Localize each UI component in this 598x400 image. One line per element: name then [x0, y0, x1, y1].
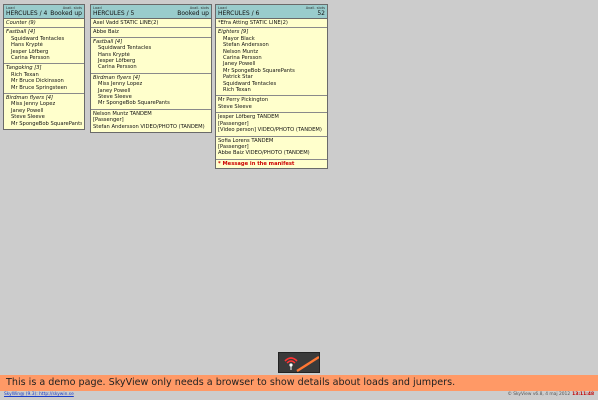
demo-banner: This is a demo page. SkyView only needs …	[0, 375, 598, 391]
tandem-line: Stefan Andersson VIDEO/PHOTO (TANDEM)	[93, 123, 205, 130]
load-header: Load Avail. slots HERCULES / 5 Booked up	[91, 5, 211, 19]
jumper: Carina Persson	[11, 55, 50, 62]
group-fastball: Fastball [4] Squidward Tentacles Hans Kr…	[91, 38, 211, 74]
jumper: Steve Sleeve	[218, 103, 252, 110]
jumper: Carina Persson	[98, 64, 137, 71]
tandem-block: Nelson Muntz TANDEM [Passenger] Stefan A…	[91, 110, 211, 132]
tandem-block: Jesper Löfberg TANDEM [Passenger] [Video…	[216, 113, 327, 137]
load-header: Load Avail. slots HERCULES / 4 Booked up	[4, 5, 84, 19]
avail-slots: Booked up	[50, 10, 82, 17]
copyright: © SkyView v6.8, 4 maj 2012 13:11:48	[507, 392, 594, 398]
group-fastball: Fastball [4] Squidward Tentacles Hans Kr…	[4, 28, 84, 65]
counter-row: Counter (9)	[4, 19, 84, 29]
status-bar: SkyWin@ (9.3): http://skywin.se © SkyVie…	[0, 391, 598, 400]
plane-load: HERCULES / 5	[93, 10, 135, 17]
pair-block: Mr Perry Pickington Steve Sleeve	[216, 96, 327, 114]
group-eighters: Eighters [9] Mayor Black Stefan Andersso…	[216, 28, 327, 97]
jumper: Mr Bruce Springsteen	[11, 84, 68, 91]
jumper-row: Abbe Baiz	[91, 28, 211, 38]
group-birdman-flyers: Birdman flyers [4] Miss Jenny Lopez Jane…	[91, 74, 211, 110]
avail-slots: Booked up	[177, 10, 209, 17]
skywin-link[interactable]: SkyWin@ (9.3): http://skywin.se	[4, 392, 74, 398]
tandem-block: Sofia Lorens TANDEM [Passenger] Abbe Bai…	[216, 137, 327, 160]
jumper: Mr SpongeBob SquarePants	[11, 120, 82, 127]
demo-text: This is a demo page. SkyView only needs …	[6, 377, 456, 388]
load-card-hercules-5[interactable]: Load Avail. slots HERCULES / 5 Booked up…	[90, 4, 212, 134]
load-card-hercules-6[interactable]: Load Avail. slots HERCULES / 6 52 *Efra …	[215, 4, 328, 170]
jumper-row: Axel Vadd STATIC LINE(2)	[91, 19, 211, 29]
jumper: Rich Texan	[223, 87, 251, 94]
group-birdman-flyers: Birdman flyers [4] Miss Jenny Lopez Jane…	[4, 94, 84, 129]
tandem-line: Abbe Baiz VIDEO/PHOTO (TANDEM)	[218, 150, 310, 157]
copyright-text: © SkyView v6.8, 4 maj 2012	[507, 392, 571, 397]
plane-load: HERCULES / 4	[6, 10, 48, 17]
clock: 13:11:48	[572, 392, 594, 397]
plane-load: HERCULES / 6	[218, 10, 260, 17]
skyview-logo-icon	[278, 352, 320, 373]
load-card-hercules-4[interactable]: Load Avail. slots HERCULES / 4 Booked up…	[3, 4, 85, 131]
load-header: Load Avail. slots HERCULES / 6 52	[216, 5, 327, 19]
manifest-message: * Message in the manifest	[218, 160, 295, 167]
jumper-row: *Efra Atting STATIC LINE(2)	[216, 19, 327, 29]
group-tangoking: Tangoking [3] Rich Texan Mr Bruce Dickin…	[4, 64, 84, 95]
skyview-logo-icon	[279, 353, 320, 373]
avail-slots: 52	[317, 10, 325, 17]
tandem-line: [Video person] VIDEO/PHOTO (TANDEM)	[218, 127, 322, 134]
jumper: Mr SpongeBob SquarePants	[98, 100, 170, 107]
